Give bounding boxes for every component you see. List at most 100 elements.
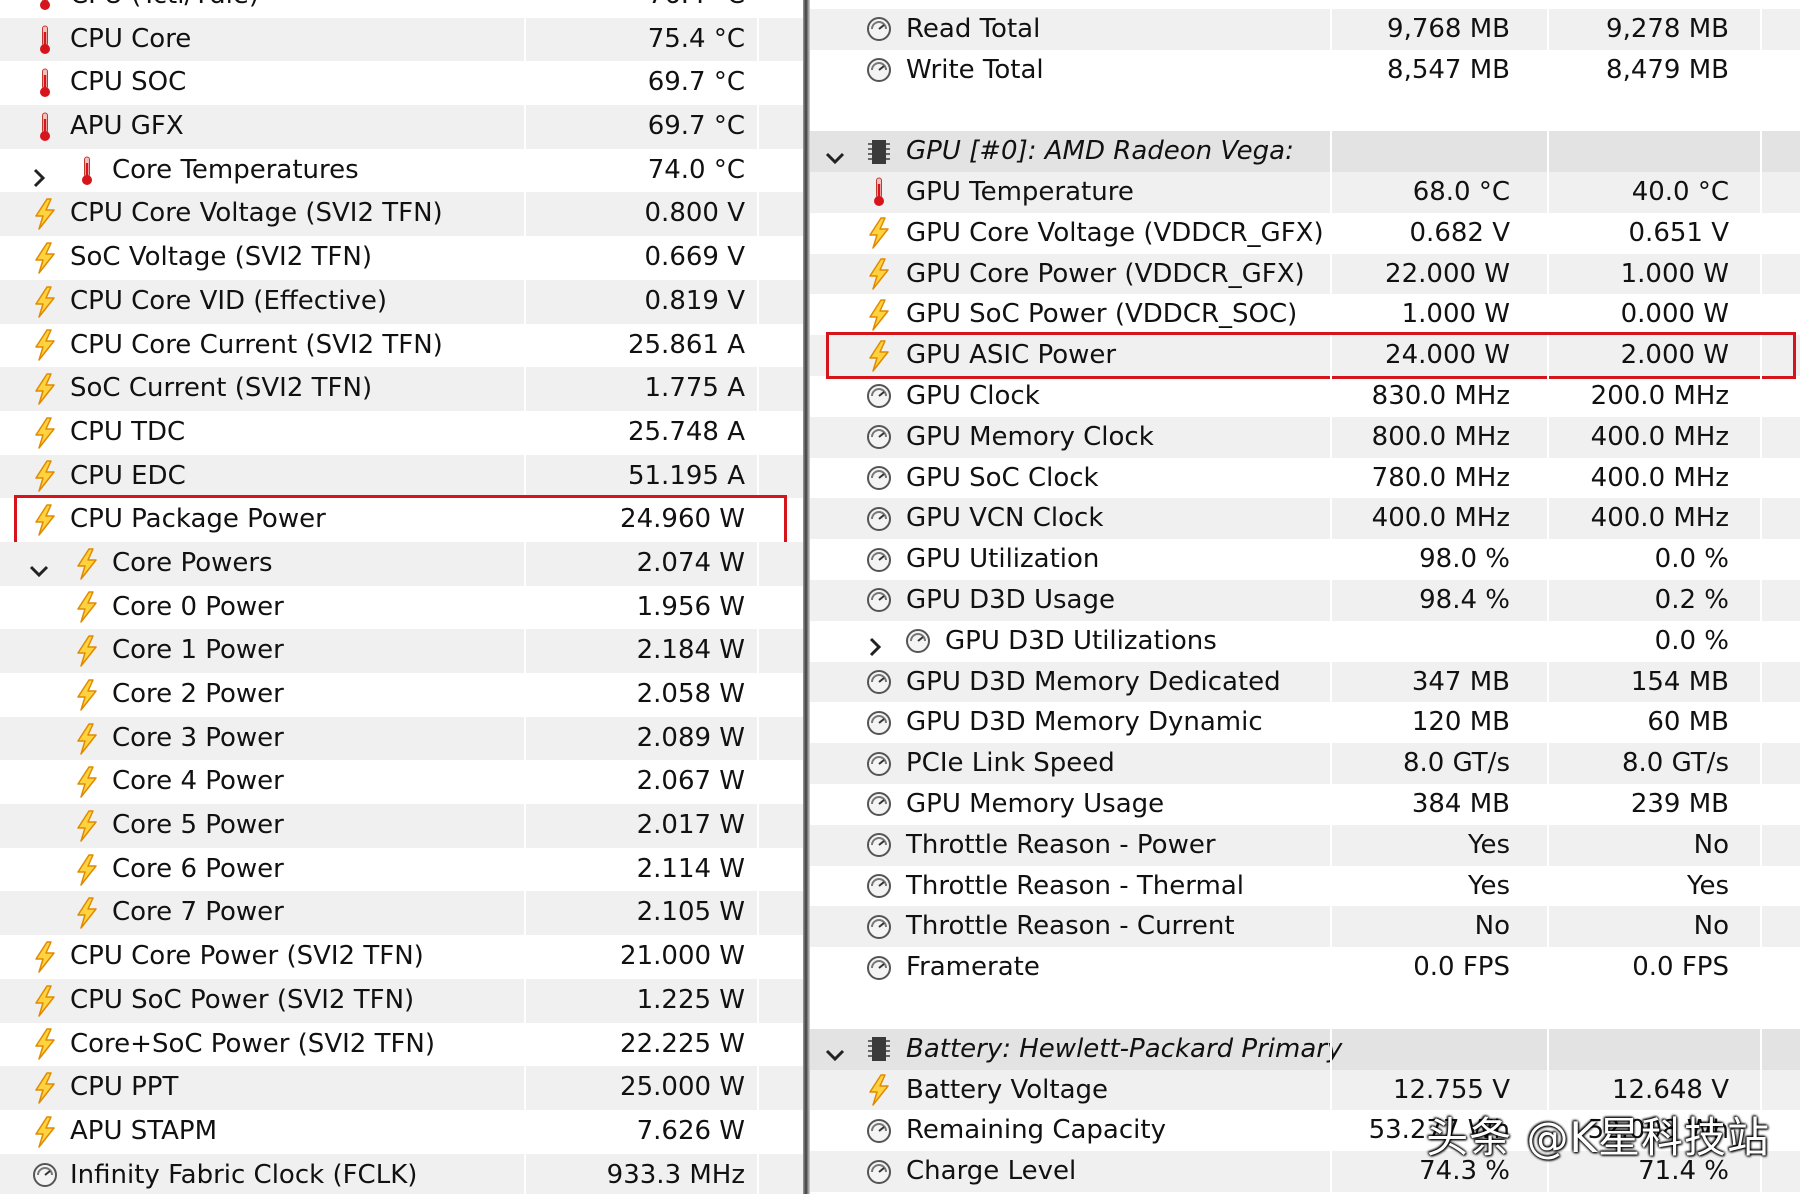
column-separator (1330, 539, 1332, 580)
sensor-row-cpu-tdc[interactable]: CPU TDC 25.748 A (0, 410, 803, 455)
sensor-label: PCIe Link Speed (906, 748, 1115, 779)
sensor-row-cpu-soc-power-svi2-tfn[interactable]: CPU SoC Power (SVI2 TFN) 1.225 W (0, 978, 803, 1023)
sensor-row-cpu-core-power-svi2-tfn[interactable]: CPU Core Power (SVI2 TFN) 21.000 W (0, 935, 803, 979)
column-separator (1330, 783, 1332, 825)
column-separator (1760, 131, 1762, 172)
sensor-row-cpu-edc[interactable]: CPU EDC 51.195 A (0, 454, 803, 499)
column-separator (757, 585, 759, 630)
sensor-row-read-total[interactable]: Read Total 9,768 MB 9,278 MB (810, 8, 1800, 50)
sensor-row-core-3-power[interactable]: Core 3 Power 2.089 W (0, 716, 803, 761)
sensor-label: CPU Core Voltage (SVI2 TFN) (70, 198, 443, 229)
column-separator (1760, 375, 1762, 417)
column-separator (1330, 620, 1332, 662)
group-header-battery-hewlett-packard-primary[interactable]: Battery: Hewlett-Packard Primary (810, 1028, 1800, 1070)
sensor-row-gpu-vcn-clock[interactable]: GPU VCN Clock 400.0 MHz 400.0 MHz (810, 498, 1800, 540)
sensor-row-cpu-package-power[interactable]: CPU Package Power 24.960 W (0, 495, 803, 545)
expand-chevron-icon[interactable] (28, 160, 50, 187)
sensor-row-cpu-tctl-tdie[interactable]: CPU (Tctl/Tdie) 76.4 °C (0, 0, 803, 18)
sensor-row-core-1-power[interactable]: Core 1 Power 2.184 W (0, 629, 803, 673)
sensor-row-gpu-temperature[interactable]: GPU Temperature 68.0 °C 40.0 °C (810, 171, 1800, 213)
sensor-row-core-6-power[interactable]: Core 6 Power 2.114 W (0, 847, 803, 892)
sensor-row-core-5-power[interactable]: Core 5 Power 2.017 W (0, 804, 803, 848)
sensor-row-pcie-link-speed[interactable]: PCIe Link Speed 8.0 GT/s 8.0 GT/s (810, 743, 1800, 784)
column-separator (757, 0, 759, 18)
sensor-row-gpu-clock[interactable]: GPU Clock 830.0 MHz 200.0 MHz (810, 375, 1800, 417)
sensor-row-gpu-d3d-usage[interactable]: GPU D3D Usage 98.4 % 0.2 % (810, 579, 1800, 621)
sensor-value-current: 98.0 % (1419, 544, 1510, 575)
column-separator (1330, 1069, 1332, 1111)
sensor-value-current: 2.089 W (636, 722, 745, 753)
sensor-row-gpu-memory-usage[interactable]: GPU Memory Usage 384 MB 239 MB (810, 783, 1800, 825)
lightning-icon (30, 504, 60, 536)
column-separator (1760, 49, 1762, 91)
sensor-row-gpu-core-power-vddcr-gfx[interactable]: GPU Core Power (VDDCR_GFX) 22.000 W 1.000 … (810, 253, 1800, 295)
sensor-label: Battery Voltage (906, 1074, 1109, 1105)
column-separator (1547, 0, 1549, 9)
column-separator (1547, 702, 1549, 744)
column-separator (1547, 1028, 1549, 1070)
sensor-label: CPU Package Power (70, 504, 326, 535)
sensor-row-write-rate[interactable]: Write Rate 0.047 MB/s 0.000 MB/s (810, 0, 1800, 9)
sensor-row-apu-gfx[interactable]: APU GFX 69.7 °C (0, 105, 803, 149)
sensor-row-throttle-reason-power[interactable]: Throttle Reason - Power Yes No (810, 824, 1800, 866)
sensor-row-throttle-reason-thermal[interactable]: Throttle Reason - Thermal Yes Yes (810, 865, 1800, 907)
expand-chevron-icon[interactable] (864, 630, 886, 657)
sensor-value-min: 0.0 % (1654, 625, 1729, 656)
sensor-row-soc-voltage-svi2-tfn[interactable]: SoC Voltage (SVI2 TFN) 0.669 V (0, 236, 803, 280)
clock-icon (864, 584, 894, 616)
sensor-row-gpu-soc-power-vddcr-soc[interactable]: GPU SoC Power (VDDCR_SOC) 1.000 W 0.000 W (810, 294, 1800, 336)
sensor-value-current: 22.225 W (620, 1028, 745, 1059)
sensor-row-gpu-utilization[interactable]: GPU Utilization 98.0 % 0.0 % (810, 539, 1800, 580)
chip-icon (864, 1033, 894, 1065)
sensor-row-cpu-core-voltage-svi2-tfn[interactable]: CPU Core Voltage (SVI2 TFN) 0.800 V (0, 192, 803, 237)
column-separator (1330, 947, 1332, 988)
lightning-icon (72, 853, 102, 886)
sensor-row-gpu-memory-clock[interactable]: GPU Memory Clock 800.0 MHz 400.0 MHz (810, 416, 1800, 458)
column-separator (1547, 906, 1549, 948)
column-separator (757, 236, 759, 280)
blank-row (810, 90, 1800, 132)
column-separator (1547, 579, 1549, 621)
sensor-row-cpu-core[interactable]: CPU Core 75.4 °C (0, 17, 803, 62)
sensor-row-core-7-power[interactable]: Core 7 Power 2.105 W (0, 891, 803, 936)
panel-divider[interactable] (803, 0, 810, 1194)
sensor-row-gpu-core-voltage-vddcr-gfx[interactable]: GPU Core Voltage (VDDCR_GFX) 0.682 V 0.651… (810, 212, 1800, 254)
sensor-row-cpu-core-current-svi2-tfn[interactable]: CPU Core Current (SVI2 TFN) 25.861 A (0, 323, 803, 368)
column-separator (1760, 947, 1762, 988)
sensor-row-cpu-ppt[interactable]: CPU PPT 25.000 W (0, 1066, 803, 1110)
sensor-row-write-total[interactable]: Write Total 8,547 MB 8,479 MB (810, 49, 1800, 91)
collapse-chevron-icon[interactable] (28, 553, 50, 577)
sensor-row-soc-current-svi2-tfn[interactable]: SoC Current (SVI2 TFN) 1.775 A (0, 367, 803, 411)
sensor-value-current: 25.000 W (620, 1072, 745, 1103)
sensor-row-infinity-fabric-clock-fclk[interactable]: Infinity Fabric Clock (FCLK) 933.3 MHz (0, 1153, 803, 1194)
sensor-row-throttle-reason-current[interactable]: Throttle Reason - Current No No (810, 906, 1800, 948)
clock-icon (864, 503, 894, 535)
collapse-chevron-icon[interactable] (824, 1038, 846, 1062)
sensor-row-apu-stapm[interactable]: APU STAPM 7.626 W (0, 1109, 803, 1154)
column-separator (1547, 661, 1549, 703)
sensor-row-core-0-power[interactable]: Core 0 Power 1.956 W (0, 585, 803, 630)
sensor-row-core-powers[interactable]: Core Powers 2.074 W (0, 541, 803, 586)
sensor-row-core-4-power[interactable]: Core 4 Power 2.067 W (0, 760, 803, 805)
column-separator (1760, 171, 1762, 213)
sensor-value-min: 400.0 MHz (1590, 462, 1729, 493)
sensor-row-core-soc-power-svi2-tfn[interactable]: Core+SoC Power (SVI2 TFN) 22.225 W (0, 1022, 803, 1067)
sensor-value-current: 24.960 W (620, 504, 745, 535)
group-header-gpu-0-amd-radeon-vega[interactable]: GPU [#0]: AMD Radeon Vega: (810, 131, 1800, 172)
sensor-row-gpu-d3d-memory-dynamic[interactable]: GPU D3D Memory Dynamic 120 MB 60 MB (810, 702, 1800, 744)
sensor-row-framerate[interactable]: Framerate 0.0 FPS 0.0 FPS (810, 947, 1800, 988)
sensor-row-gpu-asic-power[interactable]: GPU ASIC Power 24.000 W 2.000 W (810, 332, 1800, 379)
sensor-row-core-2-power[interactable]: Core 2 Power 2.058 W (0, 673, 803, 717)
column-separator (757, 673, 759, 717)
sensor-row-gpu-d3d-memory-dedicated[interactable]: GPU D3D Memory Dedicated 347 MB 154 MB (810, 661, 1800, 703)
collapse-chevron-icon[interactable] (824, 141, 846, 164)
column-separator (1760, 0, 1762, 9)
column-separator (1760, 661, 1762, 703)
sensor-row-gpu-soc-clock[interactable]: GPU SoC Clock 780.0 MHz 400.0 MHz (810, 457, 1800, 499)
sensor-row-cpu-soc[interactable]: CPU SOC 69.7 °C (0, 61, 803, 106)
sensor-value-min: 0.0 % (1654, 544, 1729, 575)
clock-icon (864, 870, 894, 902)
sensor-row-gpu-d3d-utilizations[interactable]: GPU D3D Utilizations 0.0 % (810, 620, 1800, 662)
sensor-row-cpu-core-vid-effective[interactable]: CPU Core VID (Effective) 0.819 V (0, 279, 803, 324)
sensor-row-core-temperatures[interactable]: Core Temperatures 74.0 °C (0, 148, 803, 193)
